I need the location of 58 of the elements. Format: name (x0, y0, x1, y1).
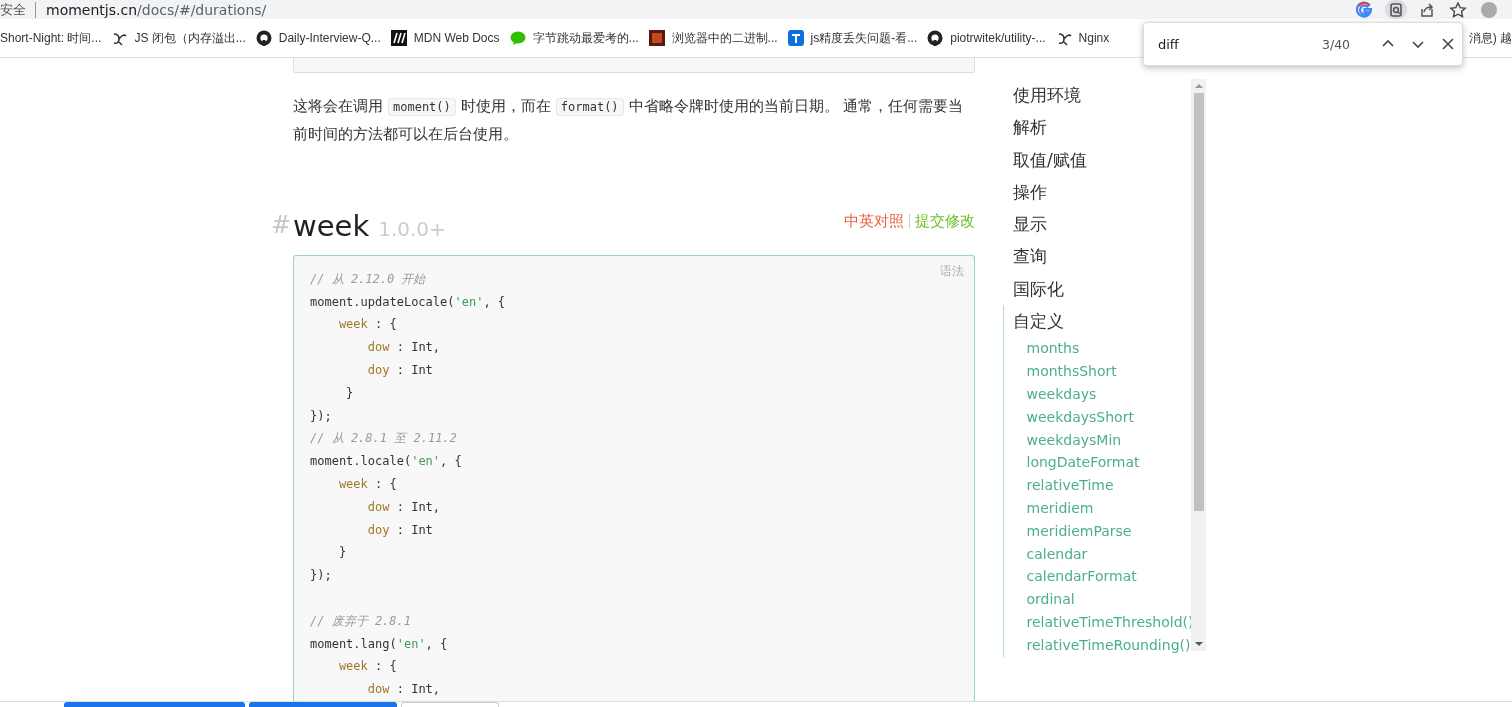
profile-icon[interactable] (1480, 0, 1498, 19)
mdn-icon (390, 30, 407, 46)
sidebar-item[interactable]: 使用环境 (1013, 79, 1191, 112)
bookmark[interactable]: Short-Night: 时间... (0, 29, 102, 47)
address-url[interactable]: momentjs.cn/docs/#/durations/ (46, 1, 267, 18)
bookmark[interactable]: 消息) 越 (1468, 29, 1512, 47)
code-line: dow : Int, (366, 339, 441, 357)
paragraph: 这将会在调用 moment() 时使用，而在 format() 中省略令牌时使用的当前日期。 通常，任何需要当前时间的方法都可以在后台使用。 (293, 96, 965, 144)
code-line: doy : Int (366, 521, 433, 539)
bookmark[interactable]: MDN Web Docs (390, 30, 500, 46)
bookmark[interactable]: 浏览器中的二进制... (648, 29, 778, 47)
code-line: dow : Int, (366, 681, 441, 699)
language-label: 语法 (940, 263, 964, 279)
search-page-icon[interactable] (1387, 0, 1405, 19)
section-title: week (293, 208, 370, 243)
bookmark[interactable]: js精度丢失问题-看... (787, 29, 918, 47)
code-line: // 从 2.8.1 至 2.11.2 (310, 430, 457, 448)
bookmark[interactable]: Daily-Interview-Q... (255, 30, 381, 46)
scrollbar[interactable] (1191, 79, 1206, 651)
thumbnail-icon (648, 30, 665, 46)
code-line: }); (310, 567, 332, 585)
code-line: week : { (337, 316, 397, 334)
sidebar-item[interactable]: 自定义 (1012, 305, 1191, 338)
sidebar-item[interactable]: 国际化 (1013, 272, 1191, 306)
sidebar-item[interactable]: 解析 (1013, 111, 1191, 144)
security-label: 安全 (0, 0, 26, 19)
swirl-icon (111, 30, 128, 46)
sidebar-item[interactable]: 取值/赋值 (1013, 143, 1191, 176)
code-line: moment.locale('en', { (310, 453, 462, 471)
code-line: week : { (337, 658, 397, 676)
bookmark[interactable]: Nginx (1055, 30, 1110, 46)
code-line: doy : Int (366, 362, 433, 380)
bookmark[interactable]: JS 闭包（内存溢出... (111, 29, 246, 47)
code-line: // 从 2.12.0 开始 (310, 270, 426, 288)
section-link[interactable]: 中英对照 (844, 211, 904, 231)
scroll-down-icon[interactable] (1194, 641, 1203, 647)
sidebar-item[interactable]: 查询 (1013, 240, 1191, 273)
chat-bubble-icon (509, 30, 526, 46)
match-count: 3/40 (1322, 36, 1351, 52)
scroll-up-icon[interactable] (1194, 83, 1203, 89)
code-line: dow : Int, (366, 498, 441, 516)
share-icon[interactable] (1418, 0, 1436, 19)
code-line: week : { (337, 476, 397, 494)
scroll-thumb[interactable] (1193, 93, 1204, 511)
google-icon[interactable] (1356, 0, 1374, 19)
find-field[interactable]: diff (1158, 36, 1308, 52)
sidebar-item[interactable]: 显示 (1013, 208, 1191, 241)
bookmark[interactable]: 字节跳动最爱考的... (509, 29, 639, 47)
code-line: }); (310, 407, 332, 425)
bookmark[interactable]: piotrwitek/utility-... (927, 30, 1046, 46)
code-line: } (337, 544, 347, 562)
code-line: moment.updateLocale('en', { (310, 293, 506, 311)
close-icon[interactable] (1440, 36, 1457, 52)
code-line: } (345, 384, 354, 402)
code-line: moment.lang('en', { (310, 635, 448, 653)
star-icon[interactable] (1449, 0, 1467, 19)
sidebar-item[interactable]: 操作 (1013, 175, 1191, 209)
code-line: // 废弃于 2.8.1 (310, 612, 412, 630)
